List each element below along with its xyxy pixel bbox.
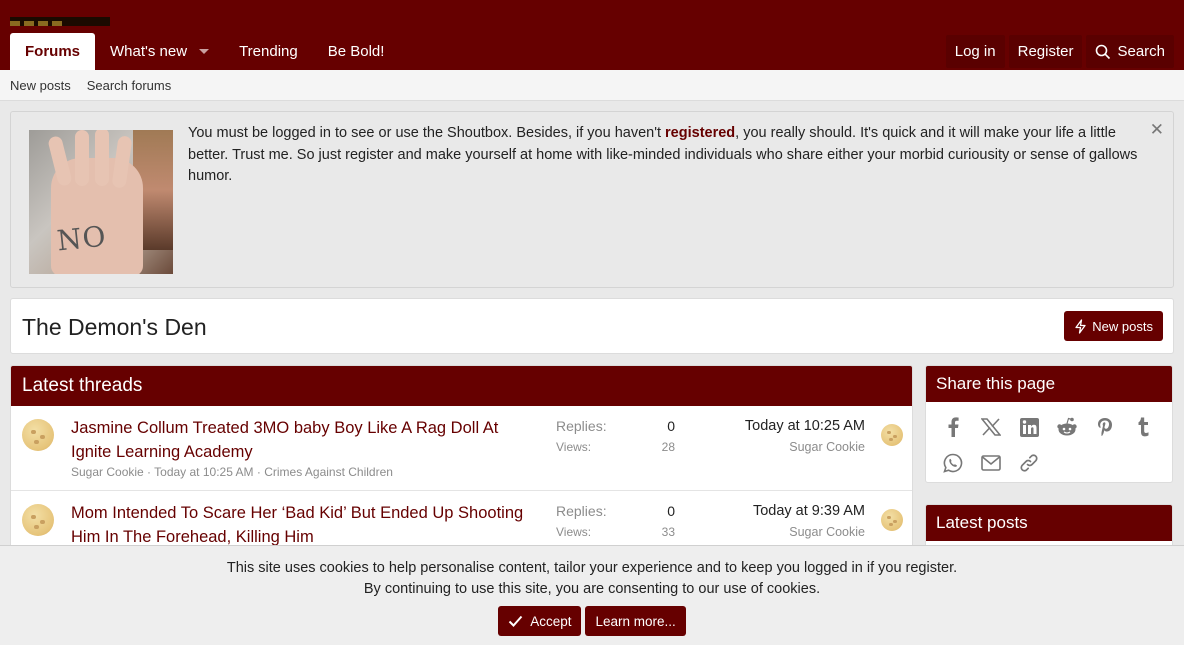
subnav-new-posts[interactable]: New posts <box>10 78 71 93</box>
notice-image: NO <box>29 130 173 274</box>
last-post-user[interactable]: Sugar Cookie <box>789 440 865 454</box>
thread-title[interactable]: Jasmine Collum Treated 3MO baby Boy Like… <box>71 416 541 464</box>
caret-down-icon[interactable] <box>199 49 210 54</box>
login-button[interactable]: Log in <box>945 35 1005 68</box>
bolt-icon <box>1075 318 1086 334</box>
pinterest-icon[interactable] <box>1093 415 1117 439</box>
notice-image-text: NO <box>55 219 109 258</box>
avatar[interactable] <box>22 504 54 536</box>
x-icon[interactable] <box>979 415 1003 439</box>
avatar[interactable] <box>22 419 54 451</box>
learn-more-button[interactable]: Learn more... <box>585 606 686 636</box>
account-nav: Log in Register Search <box>945 35 1174 68</box>
whatsapp-icon[interactable] <box>941 451 965 475</box>
link-icon[interactable] <box>1017 451 1041 475</box>
cookie-text-line2: By continuing to use this site, you are … <box>363 581 821 597</box>
accept-label: Accept <box>530 613 572 629</box>
new-posts-label: New posts <box>1092 318 1153 334</box>
replies-label: Replies: <box>556 418 607 434</box>
last-poster-avatar[interactable] <box>881 424 903 446</box>
latest-threads-heading: Latest threads <box>11 366 912 406</box>
search-label: Search <box>1117 43 1165 60</box>
new-posts-button[interactable]: New posts <box>1064 311 1163 341</box>
latest-threads: Latest threads Jasmine Collum Treated 3M… <box>10 365 913 555</box>
nav-tab-whats-new[interactable]: What's new <box>95 33 224 70</box>
last-post-time[interactable]: Today at 9:39 AM <box>753 503 865 519</box>
cookie-text-line1: This site uses cookies to help personali… <box>226 560 958 576</box>
thread-meta: Sugar Cookie · Today at 10:25 AM · Crime… <box>71 465 393 479</box>
notice-text: You must be logged in to see or use the … <box>188 125 1138 184</box>
replies-label: Replies: <box>556 503 607 519</box>
latest-posts-heading: Latest posts <box>926 505 1172 541</box>
nav-tab-trending[interactable]: Trending <box>224 33 313 70</box>
replies-count: 0 <box>667 418 675 434</box>
cookie-buttons: Accept Learn more... <box>0 606 1184 636</box>
nav-tab-label: What's new <box>110 43 188 60</box>
thread-row: Jasmine Collum Treated 3MO baby Boy Like… <box>11 406 912 491</box>
views-count: 33 <box>661 525 675 539</box>
share-widget: Share this page <box>925 365 1173 483</box>
views-label: Views: <box>556 525 592 539</box>
cookie-text: This site uses cookies to help personali… <box>0 558 1184 600</box>
site-header: Forums What's new Trending Be Bold! Log … <box>0 0 1184 70</box>
replies-count: 0 <box>667 503 675 519</box>
shoutbox-notice: NO You must be logged in to see or use t… <box>10 111 1174 288</box>
accept-button[interactable]: Accept <box>498 606 582 636</box>
share-icons <box>941 415 1161 475</box>
search-icon <box>1096 44 1111 59</box>
page-header: The Demon's Den New posts <box>10 298 1174 354</box>
cookie-notice: This site uses cookies to help personali… <box>0 545 1184 645</box>
reddit-icon[interactable] <box>1055 415 1079 439</box>
close-icon[interactable]: ✕ <box>1150 120 1164 140</box>
main-nav: Forums What's new Trending Be Bold! <box>10 33 399 70</box>
linkedin-icon[interactable] <box>1017 415 1041 439</box>
search-button[interactable]: Search <box>1086 35 1174 68</box>
views-label: Views: <box>556 440 592 454</box>
nav-tab-be-bold[interactable]: Be Bold! <box>313 33 400 70</box>
last-post-user[interactable]: Sugar Cookie <box>789 525 865 539</box>
email-icon[interactable] <box>979 451 1003 475</box>
sub-nav: New posts Search forums <box>0 70 1184 101</box>
check-icon <box>508 615 523 627</box>
nav-tab-forums[interactable]: Forums <box>10 33 96 70</box>
views-count: 28 <box>661 440 675 454</box>
page-title: The Demon's Den <box>22 314 207 340</box>
last-poster-avatar[interactable] <box>881 509 903 531</box>
subnav-search-forums[interactable]: Search forums <box>87 78 172 93</box>
register-button[interactable]: Register <box>1008 35 1083 68</box>
last-post-time[interactable]: Today at 10:25 AM <box>745 418 865 434</box>
thread-title[interactable]: Mom Intended To Scare Her ‘Bad Kid’ But … <box>71 501 541 549</box>
registered-link[interactable]: registered <box>665 125 735 141</box>
share-heading: Share this page <box>926 366 1172 402</box>
site-logo[interactable] <box>10 17 110 26</box>
facebook-icon[interactable] <box>941 415 965 439</box>
tumblr-icon[interactable] <box>1131 415 1155 439</box>
